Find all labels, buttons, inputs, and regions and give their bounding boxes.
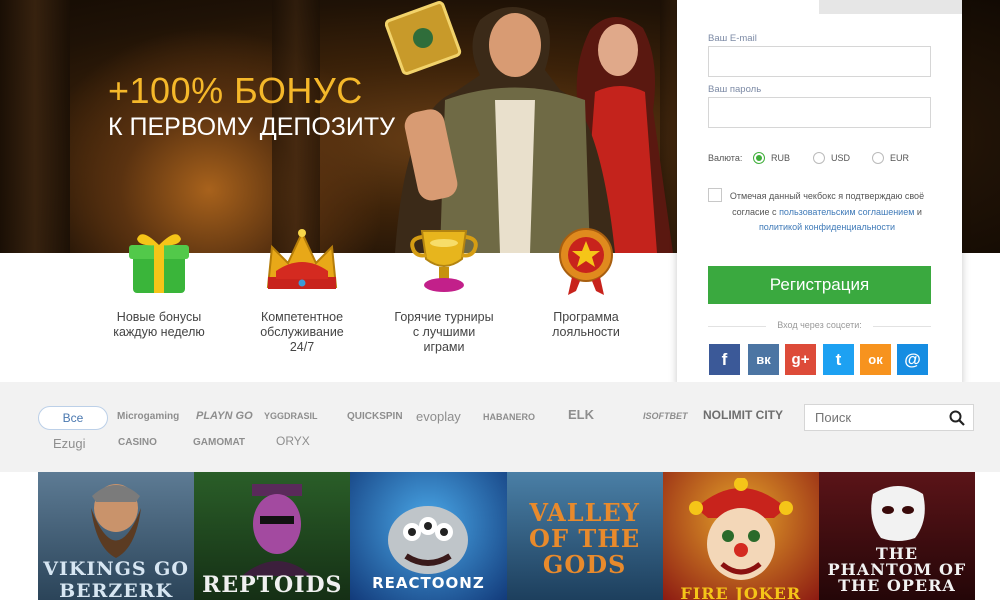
game-title: REACTOONZ <box>372 574 485 592</box>
game-tile-phantom-of-the-opera[interactable]: THE PHANTOM OF THE OPERA <box>818 472 976 600</box>
provider-evoplay[interactable]: evoplay <box>416 409 461 424</box>
password-label: Ваш пароль <box>708 84 762 95</box>
game-title: THE PHANTOM OF THE OPERA <box>827 544 967 595</box>
feature-label: каждую неделю <box>113 325 205 339</box>
social-login-label: Вход через соцсети: <box>708 320 931 330</box>
game-title: VIKINGS GO BERZERK <box>43 558 189 600</box>
provider-microgaming[interactable]: Microgaming <box>117 411 179 422</box>
odnoklassniki-icon[interactable]: ок <box>860 344 891 375</box>
provider-gamomat[interactable]: GAMOMAT <box>193 437 245 448</box>
medal-icon <box>559 228 613 295</box>
consent-checkbox[interactable] <box>708 188 722 202</box>
search-input[interactable] <box>805 405 935 430</box>
feature-weekly-bonuses: Новые бонусы каждую неделю <box>84 225 234 340</box>
currency-option-usd[interactable]: USD <box>813 152 850 164</box>
provider-casino-technology[interactable]: CASINO <box>118 437 157 448</box>
game-art <box>688 478 793 580</box>
hero-bonus-title: +100% БОНУС <box>108 70 363 111</box>
currency-selector: Валюта: <box>708 153 742 163</box>
feature-label: Компетентное <box>260 310 344 324</box>
hero-bonus-subtitle: К ПЕРВОМУ ДЕПОЗИТУ <box>108 113 396 141</box>
crown-icon <box>266 229 338 289</box>
gift-icon <box>129 234 189 293</box>
provider-ezugi[interactable]: Ezugi <box>53 436 86 451</box>
feature-label: 24/7 <box>289 340 315 354</box>
game-search <box>804 404 974 431</box>
feature-loyalty: Программа лояльности <box>511 225 661 340</box>
provider-oryx[interactable]: ORYX <box>276 434 310 448</box>
feature-label: лояльности <box>552 325 620 339</box>
tab-login[interactable] <box>819 0 962 14</box>
consent-conjunction: и <box>916 206 922 217</box>
mail-icon[interactable]: @ <box>897 344 928 375</box>
radio-selected-icon <box>753 152 765 164</box>
vk-icon[interactable]: вк <box>748 344 779 375</box>
search-icon[interactable] <box>949 410 965 426</box>
provider-playngo[interactable]: PLAYN GO <box>196 410 253 422</box>
game-tile-reptoids[interactable]: REPTOIDS <box>194 472 351 600</box>
currency-label: Валюта: <box>708 153 743 163</box>
registration-tabs <box>677 0 962 14</box>
register-button[interactable]: Регистрация <box>708 266 931 304</box>
game-tile-vikings[interactable]: VIKINGS GO BERZERK <box>38 472 195 600</box>
hero-characters-illustration <box>385 1 673 253</box>
terms-link[interactable]: пользовательским соглашением <box>779 207 914 217</box>
registration-form: Ваш E-mail Ваш пароль Валюта: RUB USD EU… <box>677 0 962 386</box>
privacy-link[interactable]: политикой конфиденциальности <box>759 222 895 232</box>
provider-all-button[interactable]: Все <box>38 406 108 430</box>
game-art <box>388 506 469 574</box>
tab-registration[interactable] <box>677 0 819 14</box>
feature-label: Горячие турниры <box>394 310 494 324</box>
consent-text: Отмечая данный чекбокс я подтверждаю сво… <box>727 189 927 236</box>
feature-label: Программа <box>553 310 619 324</box>
provider-isoftbet[interactable]: ISOFTBET <box>643 411 688 421</box>
feature-label: играми <box>423 340 465 354</box>
twitter-icon[interactable]: t <box>823 344 854 375</box>
provider-quickspin[interactable]: QUICKSPIN <box>347 411 403 422</box>
game-art <box>871 486 925 541</box>
password-field[interactable] <box>708 97 931 128</box>
game-tile-fire-joker[interactable]: FIRE JOKER <box>662 472 819 600</box>
feature-support: Компетентное обслуживание 24/7 <box>227 225 377 355</box>
feature-label: Новые бонусы <box>116 310 202 324</box>
provider-habanero[interactable]: HABANERO <box>483 412 535 422</box>
game-grid: VIKINGS GO BERZERK REPTOIDS REACTOONZ VA… <box>38 472 976 600</box>
currency-code: USD <box>831 153 851 163</box>
provider-yggdrasil[interactable]: YGGDRASIL <box>264 411 318 421</box>
feature-label: обслуживание <box>260 325 344 339</box>
google-plus-icon[interactable]: g+ <box>785 344 816 375</box>
game-title: FIRE JOKER <box>680 584 802 600</box>
currency-option-rub[interactable]: RUB <box>753 152 790 164</box>
email-field[interactable] <box>708 46 931 77</box>
radio-icon <box>872 152 884 164</box>
feature-label: с лучшими <box>412 325 476 339</box>
provider-elk[interactable]: ELK <box>568 407 594 422</box>
game-tile-valley-of-the-gods[interactable]: VALLEY OF THE GODS <box>506 472 663 600</box>
facebook-icon[interactable]: f <box>709 344 740 375</box>
game-art <box>242 484 313 576</box>
game-art <box>91 484 141 558</box>
game-title: REPTOIDS <box>202 572 343 598</box>
feature-tournaments: Горячие турниры с лучшими играми <box>369 225 519 355</box>
currency-code: EUR <box>890 153 910 163</box>
email-label: Ваш E-mail <box>708 33 757 44</box>
game-tile-reactoonz[interactable]: REACTOONZ <box>350 472 507 600</box>
radio-icon <box>813 152 825 164</box>
currency-option-eur[interactable]: EUR <box>872 152 909 164</box>
trophy-icon <box>410 230 478 292</box>
currency-code: RUB <box>771 153 791 163</box>
provider-nolimit[interactable]: NOLIMIT CITY <box>703 408 783 422</box>
game-title: VALLEY OF THE GODS <box>529 498 641 579</box>
hero-pillar <box>0 0 70 253</box>
